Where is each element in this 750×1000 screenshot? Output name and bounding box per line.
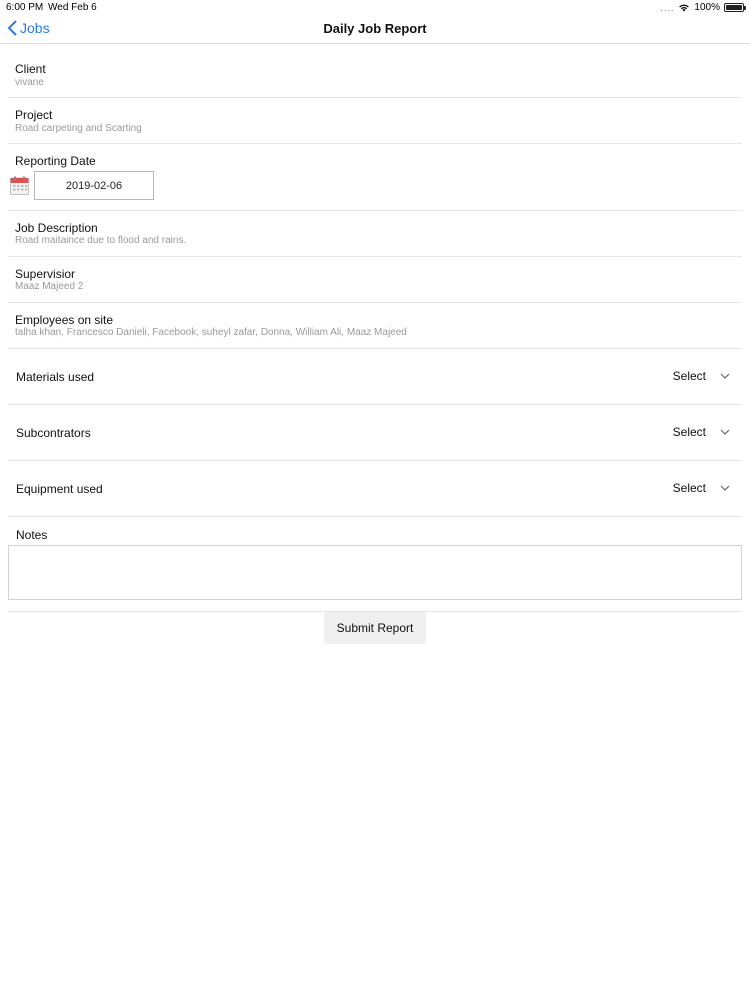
equipment-select-row[interactable]: Equipment used Select	[0, 461, 750, 517]
equipment-select[interactable]: Select	[673, 481, 730, 495]
materials-select-row[interactable]: Materials used Select	[0, 349, 750, 405]
job-description-label: Job Description	[15, 221, 98, 235]
chevron-down-icon	[720, 485, 730, 491]
subcontractors-label: Subcontrators	[16, 426, 91, 440]
materials-select[interactable]: Select	[673, 369, 730, 383]
subcontractors-select-value: Select	[672, 425, 706, 439]
job-description-value: Road maitaince due to flood and rains.	[15, 235, 187, 246]
submit-report-button[interactable]: Submit Report	[324, 612, 426, 644]
employees-label: Employees on site	[15, 313, 114, 327]
equipment-label: Equipment used	[16, 482, 103, 496]
subcontractors-select-row[interactable]: Subcontrators Select	[0, 405, 750, 461]
equipment-select-value: Select	[672, 481, 706, 495]
job-description-field: Job Description Road maitaince due to fl…	[0, 211, 750, 257]
reporting-date-field: Reporting Date 2019-02-06	[0, 0, 750, 210]
materials-select-value: Select	[672, 369, 706, 383]
reporting-date-input[interactable]: 2019-02-06	[34, 171, 154, 200]
notes-textarea[interactable]	[8, 545, 742, 600]
materials-label: Materials used	[16, 370, 95, 384]
supervisor-label: Supervisior	[15, 267, 76, 281]
chevron-down-icon	[720, 429, 730, 435]
calendar-icon[interactable]	[10, 176, 29, 195]
chevron-down-icon	[720, 373, 730, 379]
reporting-date-label: Reporting Date	[15, 154, 96, 168]
subcontractors-select[interactable]: Select	[673, 425, 730, 439]
employees-field: Employees on site talha khan, Francesco …	[0, 303, 750, 349]
supervisor-value: Maaz Majeed 2	[15, 281, 84, 292]
supervisor-field: Supervisior Maaz Majeed 2	[0, 257, 750, 303]
employees-value: talha khan, Francesco Danieli, Facebook,…	[15, 327, 407, 338]
notes-field: Notes	[0, 517, 750, 545]
notes-label: Notes	[16, 528, 48, 542]
